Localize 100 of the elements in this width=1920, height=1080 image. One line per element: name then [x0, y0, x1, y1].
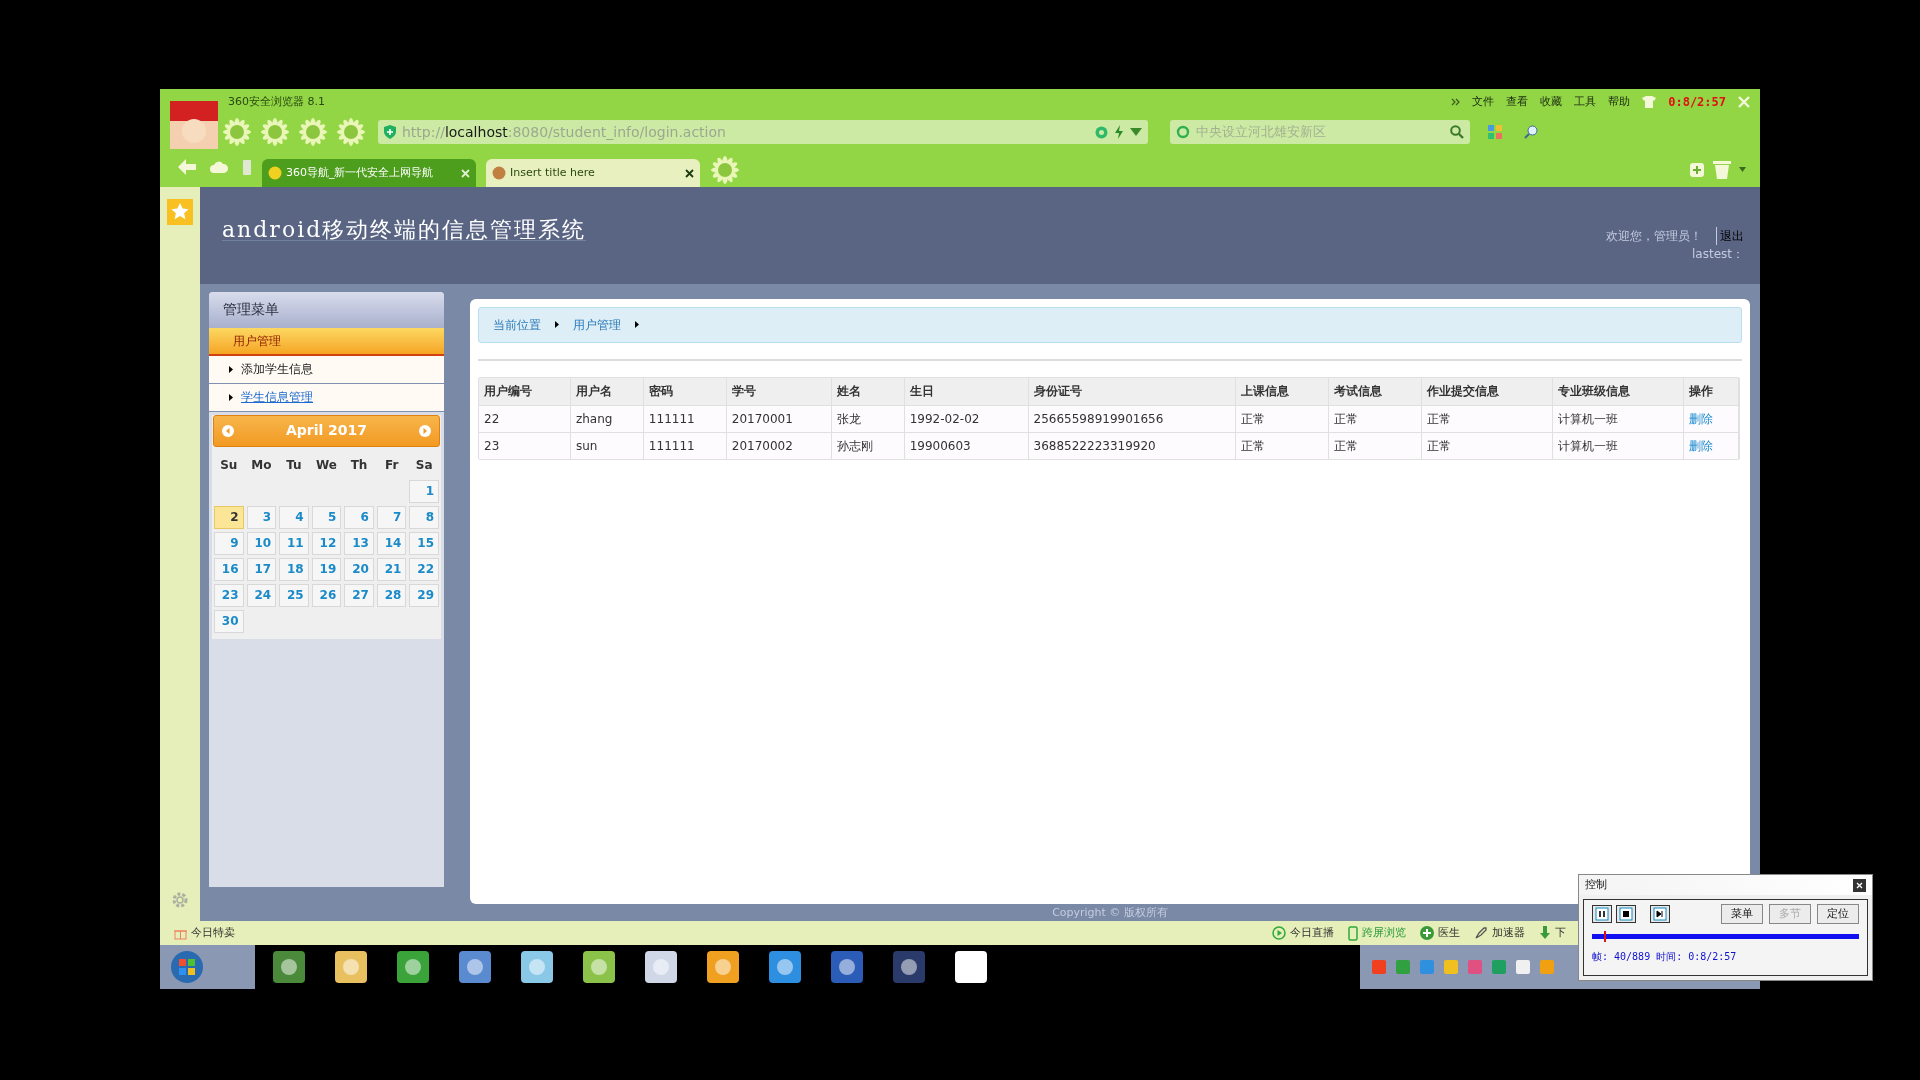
triangle-icon: [555, 321, 559, 328]
column-header: 上课信息: [1236, 377, 1330, 405]
prev-icon[interactable]: [222, 424, 234, 437]
logout-link[interactable]: 退出: [1716, 227, 1744, 245]
avatar-icon[interactable]: [170, 101, 218, 149]
calendar-day[interactable]: 2: [214, 505, 244, 529]
control-button[interactable]: 定位: [1817, 904, 1859, 924]
close-icon[interactable]: [1853, 878, 1866, 892]
menu-item[interactable]: 收藏: [1540, 93, 1563, 111]
status-link[interactable]: 医生: [1438, 924, 1460, 942]
start-icon[interactable]: [170, 950, 204, 984]
calendar-day[interactable]: 24: [246, 583, 277, 607]
delete-link[interactable]: 删除: [1684, 405, 1739, 432]
address-bar[interactable]: http://localhost:8080/student_info/login.action: [378, 120, 1148, 144]
status-link[interactable]: 加速器: [1492, 924, 1525, 942]
calendar-day[interactable]: 13: [344, 531, 374, 555]
zoom-icon[interactable]: [1524, 125, 1538, 139]
breadcrumb-link[interactable]: 当前位置: [493, 315, 541, 334]
shield-icon: [384, 125, 396, 139]
search-icon[interactable]: [1450, 125, 1464, 139]
trash-icon[interactable]: [1713, 159, 1731, 179]
aperture-icon[interactable]: [1095, 125, 1108, 139]
skip-icon[interactable]: [1650, 905, 1670, 923]
download-icon: [1539, 926, 1551, 940]
calendar-day[interactable]: 18: [279, 557, 309, 581]
lastest-label: lastest：: [1692, 246, 1744, 263]
calendar-day[interactable]: 9: [214, 531, 244, 555]
delete-link[interactable]: 删除: [1684, 432, 1739, 459]
menu-item[interactable]: 查看: [1506, 93, 1529, 111]
calendar-day[interactable]: 27: [344, 583, 374, 607]
dropdown-icon[interactable]: [1130, 128, 1142, 136]
calendar-day[interactable]: 15: [409, 531, 439, 555]
settings-icon[interactable]: [171, 891, 189, 909]
calendar-day[interactable]: 29: [409, 583, 439, 607]
calendar-day[interactable]: 8: [409, 505, 439, 529]
pause-icon[interactable]: [1592, 905, 1612, 923]
calendar-day[interactable]: 19: [311, 557, 342, 581]
calendar-day[interactable]: 14: [376, 531, 407, 555]
table-cell: sun: [570, 432, 644, 459]
calendar-day[interactable]: 6: [344, 505, 374, 529]
stop-icon[interactable]: [1616, 905, 1636, 923]
calendar-day[interactable]: 17: [246, 557, 277, 581]
search-engine-icon[interactable]: [1176, 125, 1190, 139]
status-link[interactable]: 下: [1555, 924, 1566, 942]
calendar-day[interactable]: 7: [376, 505, 407, 529]
status-link[interactable]: 今日特卖: [191, 924, 235, 942]
close-icon[interactable]: [685, 168, 694, 178]
progress-track[interactable]: [1592, 934, 1859, 939]
calendar-day[interactable]: 1: [409, 479, 439, 503]
status-link[interactable]: 跨屏浏览: [1362, 924, 1406, 942]
calendar-day[interactable]: 4: [279, 505, 309, 529]
tray-icon[interactable]: [1516, 960, 1530, 974]
calendar-day[interactable]: 20: [344, 557, 374, 581]
calendar-day[interactable]: 11: [279, 531, 309, 555]
back-flower-icon[interactable]: [222, 117, 252, 147]
calendar-day[interactable]: 22: [409, 557, 439, 581]
calendar-day[interactable]: 16: [214, 557, 244, 581]
status-link[interactable]: 今日直播: [1290, 924, 1334, 942]
menu-section[interactable]: 用户管理: [209, 327, 444, 356]
phone-icon[interactable]: [242, 159, 252, 175]
apps-icon[interactable]: [1488, 125, 1502, 139]
menu-item[interactable]: 帮助: [1608, 93, 1631, 111]
play-icon: [1272, 926, 1286, 940]
browser-tab[interactable]: Insert title here: [486, 159, 700, 187]
breadcrumb-link[interactable]: 用户管理: [573, 315, 621, 334]
calendar-day[interactable]: 30: [214, 609, 244, 633]
back-icon[interactable]: [178, 159, 196, 175]
table-cell: 111111: [643, 405, 727, 432]
refresh-flower-icon[interactable]: [260, 117, 290, 147]
weekday-label: Su: [219, 456, 239, 474]
column-header: 用户名: [570, 377, 644, 405]
calendar-day[interactable]: 23: [214, 583, 244, 607]
table-cell: 正常: [1329, 432, 1423, 459]
calendar-day[interactable]: 5: [311, 505, 342, 529]
calendar-day[interactable]: 3: [246, 505, 277, 529]
menu-item[interactable]: 文件: [1472, 93, 1495, 111]
calendar-day[interactable]: 28: [376, 583, 407, 607]
control-button[interactable]: 菜单: [1721, 904, 1763, 924]
calendar-day[interactable]: 26: [311, 583, 342, 607]
new-tab-icon[interactable]: [710, 155, 740, 185]
star-flower-icon[interactable]: [336, 117, 366, 147]
home-flower-icon[interactable]: [298, 117, 328, 147]
shirt-icon[interactable]: [1642, 96, 1657, 108]
more-icon[interactable]: [1451, 98, 1461, 106]
caret-icon[interactable]: [1739, 166, 1746, 172]
tray-icon[interactable]: [1444, 960, 1458, 974]
browser-title: 360安全浏览器 8.1: [228, 93, 325, 110]
browser-tab[interactable]: 360导航_新一代安全上网导航: [262, 159, 476, 187]
calendar-day[interactable]: 12: [311, 531, 342, 555]
copyright-text: Copyright © 版权所有: [1052, 904, 1168, 921]
calendar-day[interactable]: 25: [279, 583, 309, 607]
menu-item[interactable]: 工具: [1574, 93, 1597, 111]
calendar-day[interactable]: 21: [376, 557, 407, 581]
calendar-day[interactable]: 10: [246, 531, 277, 555]
column-header: 专业班级信息: [1553, 377, 1684, 405]
add-window-icon[interactable]: [1687, 160, 1705, 178]
triangle-icon: [635, 321, 639, 328]
next-icon[interactable]: [419, 424, 431, 437]
menu-link[interactable]: 添加学生信息: [241, 360, 313, 378]
menu-link[interactable]: 学生信息管理: [241, 388, 313, 406]
